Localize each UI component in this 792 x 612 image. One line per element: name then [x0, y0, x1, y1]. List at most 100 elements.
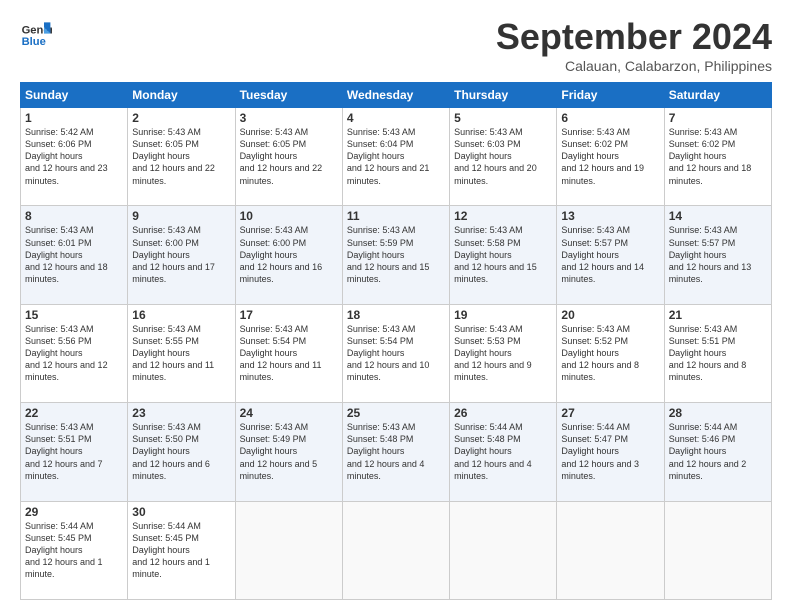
- cell-info: Sunrise: 5:44 AMSunset: 5:45 PMDaylight …: [132, 521, 210, 580]
- header-row: Sunday Monday Tuesday Wednesday Thursday…: [21, 83, 772, 108]
- calendar-cell: 30 Sunrise: 5:44 AMSunset: 5:45 PMDayligh…: [128, 501, 235, 599]
- col-tuesday: Tuesday: [235, 83, 342, 108]
- calendar-cell: 6 Sunrise: 5:43 AMSunset: 6:02 PMDaylight…: [557, 108, 664, 206]
- svg-text:Blue: Blue: [22, 36, 46, 48]
- day-number: 9: [132, 209, 230, 223]
- cell-info: Sunrise: 5:43 AMSunset: 5:52 PMDaylight …: [561, 324, 639, 383]
- calendar-cell: 24 Sunrise: 5:43 AMSunset: 5:49 PMDayligh…: [235, 403, 342, 501]
- cell-info: Sunrise: 5:44 AMSunset: 5:45 PMDaylight …: [25, 521, 103, 580]
- day-number: 15: [25, 308, 123, 322]
- day-number: 2: [132, 111, 230, 125]
- week-row-5: 29 Sunrise: 5:44 AMSunset: 5:45 PMDayligh…: [21, 501, 772, 599]
- week-row-4: 22 Sunrise: 5:43 AMSunset: 5:51 PMDayligh…: [21, 403, 772, 501]
- calendar-cell: 21 Sunrise: 5:43 AMSunset: 5:51 PMDayligh…: [664, 304, 771, 402]
- day-number: 12: [454, 209, 552, 223]
- calendar-cell: 18 Sunrise: 5:43 AMSunset: 5:54 PMDayligh…: [342, 304, 449, 402]
- cell-info: Sunrise: 5:43 AMSunset: 6:00 PMDaylight …: [132, 225, 215, 284]
- col-thursday: Thursday: [450, 83, 557, 108]
- day-number: 29: [25, 505, 123, 519]
- col-saturday: Saturday: [664, 83, 771, 108]
- logo-icon: General Blue: [20, 16, 52, 48]
- page: General Blue September 2024 Calauan, Cal…: [0, 0, 792, 612]
- calendar-cell: 5 Sunrise: 5:43 AMSunset: 6:03 PMDaylight…: [450, 108, 557, 206]
- calendar-cell: 10 Sunrise: 5:43 AMSunset: 6:00 PMDayligh…: [235, 206, 342, 304]
- cell-info: Sunrise: 5:44 AMSunset: 5:47 PMDaylight …: [561, 422, 639, 481]
- day-number: 24: [240, 406, 338, 420]
- cell-info: Sunrise: 5:43 AMSunset: 5:59 PMDaylight …: [347, 225, 430, 284]
- calendar-cell: 3 Sunrise: 5:43 AMSunset: 6:05 PMDaylight…: [235, 108, 342, 206]
- logo: General Blue: [20, 16, 52, 48]
- week-row-1: 1Sunrise: 5:42 AMSunset: 6:06 PMDaylight…: [21, 108, 772, 206]
- calendar-cell: [342, 501, 449, 599]
- cell-info: Sunrise: 5:43 AMSunset: 5:58 PMDaylight …: [454, 225, 537, 284]
- calendar-cell: 4Sunrise: 5:43 AMSunset: 6:04 PMDaylight…: [342, 108, 449, 206]
- calendar-cell: 9 Sunrise: 5:43 AMSunset: 6:00 PMDaylight…: [128, 206, 235, 304]
- calendar-cell: 14Sunrise: 5:43 AMSunset: 5:57 PMDayligh…: [664, 206, 771, 304]
- cell-info: Sunrise: 5:43 AMSunset: 6:05 PMDaylight …: [240, 127, 323, 186]
- title-block: September 2024 Calauan, Calabarzon, Phil…: [496, 16, 772, 74]
- col-sunday: Sunday: [21, 83, 128, 108]
- calendar-cell: 11 Sunrise: 5:43 AMSunset: 5:59 PMDayligh…: [342, 206, 449, 304]
- calendar-cell: 20 Sunrise: 5:43 AMSunset: 5:52 PMDayligh…: [557, 304, 664, 402]
- cell-info: Sunrise: 5:43 AMSunset: 5:56 PMDaylight …: [25, 324, 108, 383]
- cell-info: Sunrise: 5:43 AMSunset: 5:49 PMDaylight …: [240, 422, 318, 481]
- cell-info: Sunrise: 5:43 AMSunset: 5:53 PMDaylight …: [454, 324, 532, 383]
- cell-info: Sunrise: 5:43 AMSunset: 6:02 PMDaylight …: [669, 127, 752, 186]
- col-wednesday: Wednesday: [342, 83, 449, 108]
- day-number: 14: [669, 209, 767, 223]
- cell-info: Sunrise: 5:43 AMSunset: 6:01 PMDaylight …: [25, 225, 108, 284]
- day-number: 13: [561, 209, 659, 223]
- calendar-cell: 8Sunrise: 5:43 AMSunset: 6:01 PMDaylight…: [21, 206, 128, 304]
- cell-info: Sunrise: 5:43 AMSunset: 5:55 PMDaylight …: [132, 324, 214, 383]
- cell-info: Sunrise: 5:43 AMSunset: 5:48 PMDaylight …: [347, 422, 425, 481]
- day-number: 30: [132, 505, 230, 519]
- day-number: 25: [347, 406, 445, 420]
- location: Calauan, Calabarzon, Philippines: [496, 58, 772, 74]
- calendar-cell: 12 Sunrise: 5:43 AMSunset: 5:58 PMDayligh…: [450, 206, 557, 304]
- cell-info: Sunrise: 5:43 AMSunset: 6:04 PMDaylight …: [347, 127, 430, 186]
- cell-info: Sunrise: 5:43 AMSunset: 5:50 PMDaylight …: [132, 422, 210, 481]
- day-number: 23: [132, 406, 230, 420]
- week-row-2: 8Sunrise: 5:43 AMSunset: 6:01 PMDaylight…: [21, 206, 772, 304]
- calendar-cell: 25 Sunrise: 5:43 AMSunset: 5:48 PMDayligh…: [342, 403, 449, 501]
- calendar-cell: 13 Sunrise: 5:43 AMSunset: 5:57 PMDayligh…: [557, 206, 664, 304]
- day-number: 5: [454, 111, 552, 125]
- day-number: 22: [25, 406, 123, 420]
- cell-info: Sunrise: 5:43 AMSunset: 5:54 PMDaylight …: [347, 324, 430, 383]
- day-number: 10: [240, 209, 338, 223]
- day-number: 21: [669, 308, 767, 322]
- cell-info: Sunrise: 5:43 AMSunset: 6:03 PMDaylight …: [454, 127, 537, 186]
- calendar-cell: 27 Sunrise: 5:44 AMSunset: 5:47 PMDayligh…: [557, 403, 664, 501]
- day-number: 19: [454, 308, 552, 322]
- day-number: 3: [240, 111, 338, 125]
- calendar-cell: 2 Sunrise: 5:43 AMSunset: 6:05 PMDaylight…: [128, 108, 235, 206]
- day-number: 11: [347, 209, 445, 223]
- day-number: 26: [454, 406, 552, 420]
- cell-info: Sunrise: 5:43 AMSunset: 6:00 PMDaylight …: [240, 225, 323, 284]
- col-monday: Monday: [128, 83, 235, 108]
- calendar-cell: [235, 501, 342, 599]
- day-number: 6: [561, 111, 659, 125]
- calendar-cell: [557, 501, 664, 599]
- day-number: 20: [561, 308, 659, 322]
- calendar-table: Sunday Monday Tuesday Wednesday Thursday…: [20, 82, 772, 600]
- calendar-cell: [664, 501, 771, 599]
- cell-info: Sunrise: 5:44 AMSunset: 5:46 PMDaylight …: [669, 422, 747, 481]
- cell-info: Sunrise: 5:43 AMSunset: 6:05 PMDaylight …: [132, 127, 215, 186]
- calendar-cell: 23 Sunrise: 5:43 AMSunset: 5:50 PMDayligh…: [128, 403, 235, 501]
- day-number: 18: [347, 308, 445, 322]
- cell-info: Sunrise: 5:43 AMSunset: 6:02 PMDaylight …: [561, 127, 644, 186]
- calendar-cell: 26 Sunrise: 5:44 AMSunset: 5:48 PMDayligh…: [450, 403, 557, 501]
- week-row-3: 15 Sunrise: 5:43 AMSunset: 5:56 PMDayligh…: [21, 304, 772, 402]
- day-number: 1: [25, 111, 123, 125]
- cell-info: Sunrise: 5:44 AMSunset: 5:48 PMDaylight …: [454, 422, 532, 481]
- calendar-cell: 29 Sunrise: 5:44 AMSunset: 5:45 PMDayligh…: [21, 501, 128, 599]
- cell-info: Sunrise: 5:43 AMSunset: 5:51 PMDaylight …: [25, 422, 103, 481]
- cell-info: Sunrise: 5:43 AMSunset: 5:51 PMDaylight …: [669, 324, 747, 383]
- day-number: 27: [561, 406, 659, 420]
- col-friday: Friday: [557, 83, 664, 108]
- cell-info: Sunrise: 5:43 AMSunset: 5:57 PMDaylight …: [561, 225, 644, 284]
- calendar-cell: 16Sunrise: 5:43 AMSunset: 5:55 PMDayligh…: [128, 304, 235, 402]
- day-number: 7: [669, 111, 767, 125]
- day-number: 28: [669, 406, 767, 420]
